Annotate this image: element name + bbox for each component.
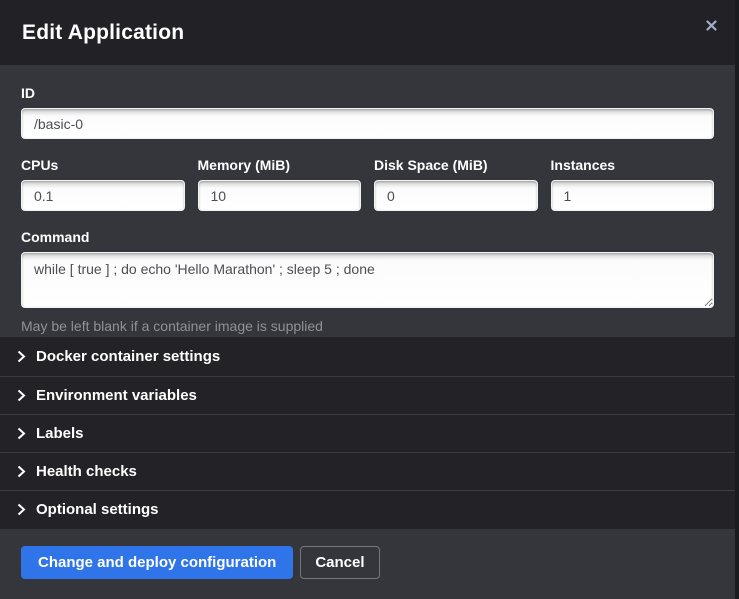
section-label: Optional settings — [36, 501, 159, 518]
command-field-group: Command while [ true ] ; do echo 'Hello … — [21, 229, 714, 334]
section-health-checks[interactable]: Health checks — [0, 452, 735, 490]
command-help-text: May be left blank if a container image i… — [21, 318, 714, 334]
resources-row: CPUs Memory (MiB) Disk Space (MiB) Insta… — [21, 157, 714, 211]
modal-title: Edit Application — [22, 21, 184, 45]
accordion-sections: Docker container settings Environment va… — [0, 337, 735, 529]
edit-application-modal: Edit Application ID CPUs Memory (MiB) Di… — [0, 0, 735, 599]
cpus-label: CPUs — [21, 157, 185, 173]
id-field-group: ID — [21, 85, 714, 139]
cpus-field-group: CPUs — [21, 157, 185, 211]
chevron-right-icon — [17, 389, 26, 402]
section-docker-container-settings[interactable]: Docker container settings — [0, 337, 735, 376]
section-label: Health checks — [36, 463, 137, 480]
section-labels[interactable]: Labels — [0, 414, 735, 452]
instances-label: Instances — [551, 157, 715, 173]
id-label: ID — [21, 85, 714, 101]
cpus-input[interactable] — [21, 180, 185, 211]
section-label: Labels — [36, 425, 84, 442]
modal-header: Edit Application — [0, 0, 735, 65]
memory-label: Memory (MiB) — [198, 157, 362, 173]
chevron-right-icon — [17, 503, 26, 516]
disk-input[interactable] — [374, 180, 538, 211]
command-label: Command — [21, 229, 714, 245]
memory-input[interactable] — [198, 180, 362, 211]
section-label: Environment variables — [36, 387, 197, 404]
cancel-button[interactable]: Cancel — [300, 546, 379, 579]
change-and-deploy-button[interactable]: Change and deploy configuration — [21, 546, 293, 579]
command-textarea[interactable]: while [ true ] ; do echo 'Hello Marathon… — [21, 252, 714, 308]
instances-field-group: Instances — [551, 157, 715, 211]
disk-field-group: Disk Space (MiB) — [374, 157, 538, 211]
chevron-right-icon — [17, 350, 26, 363]
chevron-right-icon — [17, 427, 26, 440]
memory-field-group: Memory (MiB) — [198, 157, 362, 211]
chevron-right-icon — [17, 465, 26, 478]
close-icon[interactable] — [702, 16, 720, 34]
instances-input[interactable] — [551, 180, 715, 211]
application-form: ID CPUs Memory (MiB) Disk Space (MiB) In… — [0, 65, 735, 337]
disk-label: Disk Space (MiB) — [374, 157, 538, 173]
id-input[interactable] — [21, 108, 714, 139]
section-optional-settings[interactable]: Optional settings — [0, 490, 735, 528]
section-environment-variables[interactable]: Environment variables — [0, 376, 735, 414]
modal-footer: Change and deploy configuration Cancel — [0, 529, 735, 599]
section-label: Docker container settings — [36, 348, 220, 365]
